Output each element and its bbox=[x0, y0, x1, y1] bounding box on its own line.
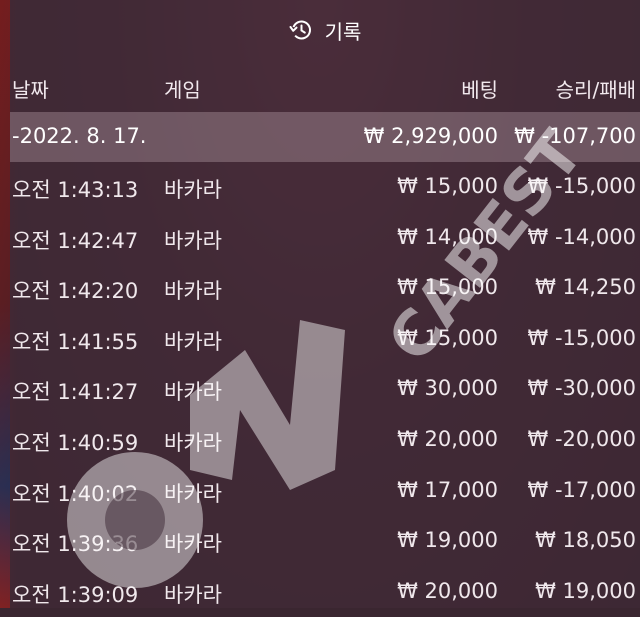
row-win-loss: ₩ 14,250 bbox=[535, 275, 636, 300]
summary-date: -2022. 8. 17. bbox=[12, 124, 147, 148]
history-title-bar: 기록 bbox=[10, 0, 640, 60]
column-header-win-loss: 승리/패배 bbox=[555, 78, 636, 102]
history-row[interactable]: 오전 1:39:36 바카라 ₩ 19,000 ₩ 18,050 bbox=[10, 516, 640, 567]
history-row[interactable]: 오전 1:40:59 바카라 ₩ 20,000 ₩ -20,000 bbox=[10, 415, 640, 466]
row-time: 오전 1:39:36 bbox=[12, 532, 139, 557]
row-win-loss: ₩ 19,000 bbox=[535, 578, 636, 603]
row-game: 바카라 bbox=[164, 481, 222, 506]
row-time: 오전 1:41:55 bbox=[12, 329, 139, 354]
column-header-game: 게임 bbox=[164, 78, 201, 102]
history-title: 기록 bbox=[324, 19, 362, 44]
column-header-row: 날짜 게임 베팅 승리/패배 bbox=[10, 60, 640, 112]
summary-bet-total: ₩ 2,929,000 bbox=[363, 124, 498, 148]
row-game: 바카라 bbox=[164, 532, 222, 557]
row-bet: ₩ 15,000 bbox=[397, 174, 498, 198]
row-game: 바카라 bbox=[164, 582, 222, 607]
column-header-bet: 베팅 bbox=[461, 78, 498, 102]
row-time: 오전 1:40:59 bbox=[12, 430, 139, 455]
row-win-loss: ₩ -14,000 bbox=[527, 224, 637, 249]
row-game: 바카라 bbox=[164, 380, 222, 405]
row-game: 바카라 bbox=[164, 178, 222, 202]
row-bet: ₩ 19,000 bbox=[397, 528, 498, 553]
row-bet: ₩ 20,000 bbox=[397, 426, 498, 451]
history-list: 오전 1:43:13 바카라 ₩ 15,000 ₩ -15,000 오전 1:42:47… bbox=[10, 162, 640, 617]
row-bet: ₩ 14,000 bbox=[397, 224, 498, 249]
history-row[interactable]: 오전 1:41:27 바카라 ₩ 30,000 ₩ -30,000 bbox=[10, 364, 640, 415]
row-win-loss: ₩ 18,050 bbox=[535, 528, 636, 553]
row-game: 바카라 bbox=[164, 279, 222, 304]
background-game-strip bbox=[0, 0, 10, 608]
row-win-loss: ₩ -15,000 bbox=[527, 325, 637, 350]
row-win-loss: ₩ -15,000 bbox=[527, 174, 637, 198]
history-row[interactable]: 오전 1:41:55 바카라 ₩ 15,000 ₩ -15,000 bbox=[10, 314, 640, 365]
date-summary-row[interactable]: -2022. 8. 17. ₩ 2,929,000 ₩ -107,700 bbox=[10, 112, 640, 162]
row-bet: ₩ 15,000 bbox=[397, 275, 498, 300]
history-row[interactable]: 오전 1:43:13 바카라 ₩ 15,000 ₩ -15,000 bbox=[10, 162, 640, 213]
history-panel: 기록 날짜 게임 베팅 승리/패배 -2022. 8. 17. ₩ 2,929,… bbox=[10, 0, 640, 608]
history-row[interactable]: 오전 1:39:09 바카라 ₩ 20,000 ₩ 19,000 bbox=[10, 567, 640, 617]
history-row[interactable]: 오전 1:40:02 바카라 ₩ 17,000 ₩ -17,000 bbox=[10, 466, 640, 517]
row-bet: ₩ 15,000 bbox=[397, 325, 498, 350]
row-win-loss: ₩ -20,000 bbox=[527, 426, 637, 451]
row-win-loss: ₩ -30,000 bbox=[527, 376, 637, 401]
row-time: 오전 1:43:13 bbox=[12, 178, 139, 202]
row-time: 오전 1:41:27 bbox=[12, 380, 139, 405]
history-icon bbox=[289, 20, 311, 40]
row-bet: ₩ 20,000 bbox=[397, 578, 498, 603]
summary-win-loss-total: ₩ -107,700 bbox=[514, 124, 636, 148]
history-row[interactable]: 오전 1:42:47 바카라 ₩ 14,000 ₩ -14,000 bbox=[10, 213, 640, 264]
row-win-loss: ₩ -17,000 bbox=[527, 477, 637, 502]
row-time: 오전 1:39:09 bbox=[12, 582, 139, 607]
row-time: 오전 1:40:02 bbox=[12, 481, 139, 506]
row-time: 오전 1:42:47 bbox=[12, 228, 139, 253]
history-row[interactable]: 오전 1:42:20 바카라 ₩ 15,000 ₩ 14,250 bbox=[10, 263, 640, 314]
row-bet: ₩ 30,000 bbox=[397, 376, 498, 401]
row-bet: ₩ 17,000 bbox=[397, 477, 498, 502]
row-game: 바카라 bbox=[164, 228, 222, 253]
row-game: 바카라 bbox=[164, 430, 222, 455]
row-time: 오전 1:42:20 bbox=[12, 279, 139, 304]
column-header-date: 날짜 bbox=[12, 78, 49, 102]
row-game: 바카라 bbox=[164, 329, 222, 354]
